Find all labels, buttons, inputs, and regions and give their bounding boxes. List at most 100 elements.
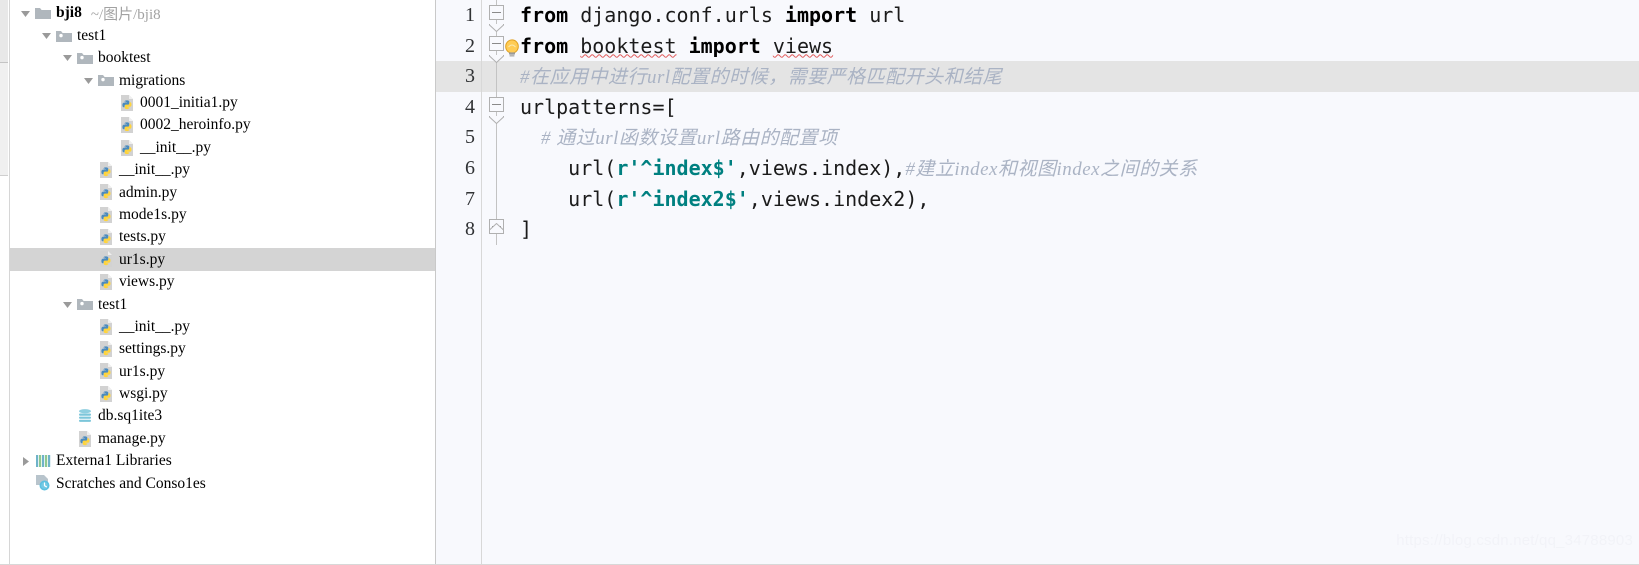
tree-item-label: wsgi.py [119, 385, 168, 403]
line-number[interactable]: 1 [436, 0, 475, 31]
code-token: booktest [580, 33, 677, 58]
code-line[interactable]: url(r'^index2$',views.index2), [510, 184, 1639, 215]
python-file-icon [96, 249, 116, 269]
scratches-icon [33, 473, 53, 493]
tree-row[interactable]: manage.py [10, 427, 435, 449]
fold-gutter-row[interactable] [482, 184, 510, 215]
editor-area[interactable]: 12345678 from django.conf.urls import ur… [436, 0, 1639, 565]
fold-gutter-row[interactable] [482, 0, 510, 33]
tree-item-label: __init__.py [119, 161, 191, 179]
line-number[interactable]: 4 [436, 92, 475, 123]
python-file-icon [75, 429, 95, 449]
code-token: #建立index和视图index之间的关系 [905, 158, 1198, 180]
tree-row[interactable]: test1 [10, 24, 435, 46]
tree-row[interactable]: Externa1 Libraries [10, 450, 435, 472]
line-number[interactable]: 8 [436, 214, 475, 245]
line-number[interactable]: 7 [436, 184, 475, 215]
code-token: ,views.index), [736, 155, 906, 180]
twisty-placeholder [81, 226, 96, 248]
chevron-right-icon[interactable] [18, 450, 33, 472]
chevron-down-icon[interactable] [81, 69, 96, 91]
fold-gutter-row[interactable] [482, 122, 510, 153]
code-line[interactable]: from booktest import views [510, 31, 1639, 62]
project-tool-window: bji8 ~/图片/bji8 test1 booktest migrations 0001… [10, 0, 435, 565]
tree-row[interactable]: settings.py [10, 338, 435, 360]
code-line[interactable]: from django.conf.urls import url [510, 0, 1639, 31]
tree-row[interactable]: migrations [10, 69, 435, 91]
line-number[interactable]: 3 [436, 61, 475, 92]
tree-row[interactable]: ur1s.py [10, 360, 435, 382]
line-number[interactable]: 6 [436, 153, 475, 184]
code-line[interactable]: url(r'^index$',views.index),#建立index和视图i… [510, 153, 1639, 184]
twisty-placeholder [102, 92, 117, 114]
code-line[interactable]: ] [510, 214, 1639, 245]
code-token: url [869, 3, 906, 27]
tree-item-label: settings.py [119, 340, 186, 358]
code-token: urlpatterns=[ [520, 94, 677, 119]
code-line[interactable]: #在应用中进行url配置的时候，需要严格匹配开头和结尾 [510, 61, 1639, 92]
tree-row[interactable]: views.py [10, 271, 435, 293]
tree-row[interactable]: booktest [10, 47, 435, 69]
chevron-down-icon[interactable] [60, 293, 75, 315]
chevron-down-icon[interactable] [39, 25, 54, 47]
fold-gutter-row[interactable] [482, 214, 510, 245]
tree-row[interactable]: wsgi.py [10, 383, 435, 405]
tree-item-label: test1 [77, 26, 107, 44]
tree-row[interactable]: 0002_heroinfo.py [10, 114, 435, 136]
code-content[interactable]: from django.conf.urls import url from boo… [510, 0, 1639, 565]
twisty-placeholder [60, 405, 75, 427]
tree-row[interactable]: __init__.py [10, 159, 435, 181]
line-number[interactable]: 2 [436, 31, 475, 62]
fold-collapse-icon[interactable] [489, 96, 504, 112]
twisty-placeholder [81, 271, 96, 293]
code-token: ,views.index2), [748, 186, 930, 211]
tool-window-tab-structure[interactable] [0, 63, 8, 176]
tree-row[interactable]: ur1s.py [10, 248, 435, 271]
tree-item-label: test1 [98, 295, 128, 313]
module-folder-icon [96, 70, 116, 90]
fold-collapse-icon[interactable] [489, 5, 504, 20]
python-file-icon [117, 138, 137, 158]
fold-gutter-row[interactable] [482, 61, 510, 92]
tool-window-tab-project[interactable] [0, 0, 8, 63]
tree-row[interactable]: tests.py [10, 226, 435, 248]
tree-row[interactable]: __init__.py [10, 136, 435, 158]
tree-row[interactable]: Scratches and Conso1es [10, 472, 435, 494]
fold-gutter-row[interactable] [482, 92, 510, 124]
code-token: #在应用中进行url配置的时候，需要严格匹配开头和结尾 [520, 67, 1003, 89]
tree-row[interactable]: bji8 ~/图片/bji8 [10, 2, 435, 24]
python-file-icon [117, 115, 137, 135]
twisty-placeholder [60, 428, 75, 450]
python-file-icon [96, 339, 116, 359]
tree-row[interactable]: admin.py [10, 181, 435, 203]
tree-row[interactable]: __init__.py [10, 315, 435, 337]
chevron-down-icon[interactable] [18, 2, 33, 24]
code-token: views [772, 33, 834, 58]
tree-item-label: booktest [98, 49, 151, 67]
code-token: r'^index$' [616, 155, 737, 180]
fold-gutter-row[interactable] [482, 153, 510, 184]
lightbulb-icon[interactable] [502, 37, 522, 59]
line-number[interactable]: 5 [436, 122, 475, 153]
twisty-placeholder [81, 204, 96, 226]
code-token: import [772, 3, 870, 27]
code-folding-gutter[interactable] [481, 0, 510, 565]
code-token: from [520, 3, 581, 27]
code-token: django.conf.urls [580, 3, 773, 27]
code-line[interactable]: urlpatterns=[ [510, 92, 1639, 123]
tree-row[interactable]: mode1s.py [10, 204, 435, 226]
tree-row[interactable]: 0001_initia1.py [10, 92, 435, 114]
tree-row[interactable]: test1 [10, 293, 435, 315]
twisty-placeholder [81, 181, 96, 203]
chevron-down-icon[interactable] [60, 47, 75, 69]
code-line[interactable]: # 通过url函数设置url路由的配置项 [510, 122, 1639, 153]
tree-row[interactable]: db.sq1ite3 [10, 405, 435, 427]
